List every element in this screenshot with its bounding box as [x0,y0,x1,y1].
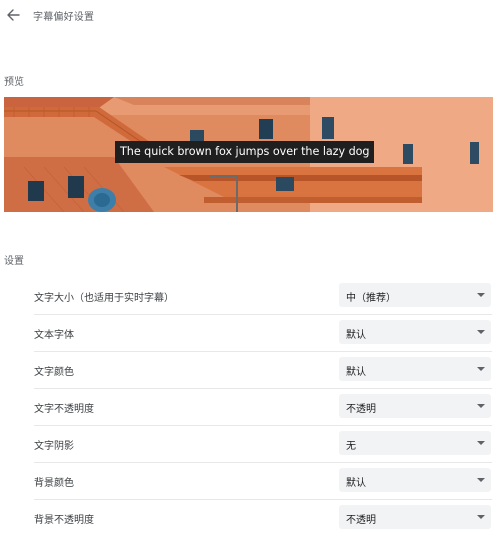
setting-label: 文字颜色 [34,367,74,378]
dropdown-arrow-icon [477,293,485,297]
select-value: 不透明 [346,404,376,415]
font-select[interactable]: 默认 [339,320,491,344]
setting-label: 背景颜色 [34,478,74,489]
setting-row-text-opacity: 文字不透明度 不透明 [34,388,492,426]
arrow-back-icon [7,9,20,21]
setting-label: 文字阴影 [34,441,74,452]
setting-row-background-color: 背景颜色 默认 [34,462,492,500]
preview-section-label: 预览 [4,77,24,88]
text-size-select[interactable]: 中（推荐） [339,283,491,307]
page-header: 字幕偏好设置 [0,0,500,32]
page-title: 字幕偏好设置 [33,12,95,23]
text-color-select[interactable]: 默认 [339,357,491,381]
background-color-select[interactable]: 默认 [339,468,491,492]
text-opacity-select[interactable]: 不透明 [339,394,491,418]
back-button[interactable] [4,6,22,24]
setting-row-font: 文本字体 默认 [34,314,492,352]
dropdown-arrow-icon [477,478,485,482]
caption-preview-text: The quick brown fox jumps over the lazy … [115,141,375,163]
background-opacity-select[interactable]: 不透明 [339,505,491,529]
setting-label: 背景不透明度 [34,515,94,526]
setting-row-text-color: 文字颜色 默认 [34,351,492,389]
setting-label: 文本字体 [34,330,74,341]
dropdown-arrow-icon [477,441,485,445]
caption-preview: The quick brown fox jumps over the lazy … [4,97,493,212]
dropdown-arrow-icon [477,404,485,408]
setting-row-text-size: 文字大小（也适用于实时字幕） 中（推荐） [34,277,492,315]
setting-row-text-shadow: 文字阴影 无 [34,425,492,463]
dropdown-arrow-icon [477,515,485,519]
select-value: 默认 [346,367,366,378]
select-value: 无 [346,441,356,452]
text-shadow-select[interactable]: 无 [339,431,491,455]
setting-label: 文字大小（也适用于实时字幕） [34,293,174,304]
settings-section-label: 设置 [4,256,24,267]
setting-label: 文字不透明度 [34,404,94,415]
select-value: 中（推荐） [346,293,396,304]
select-value: 默认 [346,478,366,489]
select-value: 不透明 [346,515,376,526]
select-value: 默认 [346,330,366,341]
setting-row-background-opacity: 背景不透明度 不透明 [34,499,492,536]
dropdown-arrow-icon [477,367,485,371]
dropdown-arrow-icon [477,330,485,334]
